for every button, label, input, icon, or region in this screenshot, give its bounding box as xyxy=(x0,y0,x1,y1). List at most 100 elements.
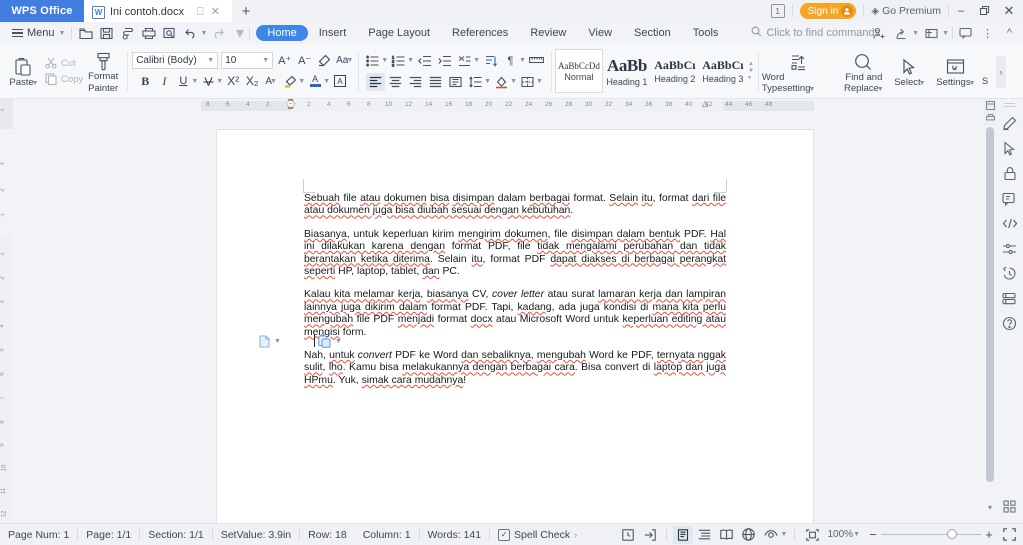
align-left-icon[interactable] xyxy=(366,72,386,91)
chevron-down-icon[interactable]: ▼ xyxy=(200,30,207,37)
style-heading-1[interactable]: AaBb Heading 1 xyxy=(603,49,651,93)
scrollbar-thumb[interactable] xyxy=(986,127,994,482)
zoom-track[interactable] xyxy=(881,529,981,540)
status-row[interactable]: Row: 18 xyxy=(300,529,355,541)
zoom-level-button[interactable]: 100% ▼ xyxy=(824,529,863,540)
scroll-up-icon[interactable]: ▲ xyxy=(748,61,754,67)
ruler-icon[interactable] xyxy=(527,52,546,70)
change-case-button[interactable]: Aa ▼ xyxy=(336,52,353,69)
word-typesetting-button[interactable]: Word Typesetting▼ xyxy=(762,48,838,95)
help-icon[interactable] xyxy=(999,311,1021,336)
font-family-input[interactable]: Calibri (Body) ▼ xyxy=(132,52,219,69)
print-preview-icon[interactable] xyxy=(118,24,137,43)
wps-office-brand[interactable]: WPS Office xyxy=(0,0,84,22)
chevron-down-icon[interactable]: ▼ xyxy=(381,57,388,64)
numbered-list-icon[interactable]: 123 xyxy=(389,52,408,70)
status-column[interactable]: Column: 1 xyxy=(355,529,419,541)
zoom-knob[interactable] xyxy=(947,529,957,540)
distribute-icon[interactable] xyxy=(446,73,465,91)
customize-icon[interactable]: ▾ xyxy=(230,24,249,43)
chevron-down-icon[interactable]: ▼ xyxy=(510,78,517,85)
undo-icon[interactable] xyxy=(181,24,200,43)
tab-home[interactable]: Home xyxy=(256,25,308,41)
reading-layout-icon[interactable] xyxy=(717,526,737,544)
apps-grid-icon[interactable] xyxy=(999,494,1021,519)
outline-view-icon[interactable] xyxy=(695,526,715,544)
lock-icon[interactable] xyxy=(999,161,1021,186)
highlight-icon[interactable] xyxy=(281,72,299,90)
subscript-button[interactable]: X₂ xyxy=(243,72,261,90)
grow-font-button[interactable]: A⁺ xyxy=(276,52,293,69)
sort-icon[interactable] xyxy=(455,52,474,70)
print-layout-icon[interactable] xyxy=(672,525,693,544)
status-words[interactable]: Words: 141 xyxy=(420,529,490,541)
select-button[interactable]: Select▼ xyxy=(890,53,930,89)
bold-button[interactable]: B xyxy=(136,72,154,90)
zoom-out-button[interactable]: − xyxy=(865,527,881,542)
font-size-input[interactable]: 10 ▼ xyxy=(221,52,274,69)
chevron-down-icon[interactable]: ▼ xyxy=(335,338,342,345)
document-body[interactable]: Sebuah file atau dokumen bisa disimpan d… xyxy=(304,193,726,387)
character-border-button[interactable]: A xyxy=(331,72,349,90)
cursor-icon[interactable] xyxy=(999,136,1021,161)
status-setvalue[interactable]: SetValue: 3.9in xyxy=(213,529,299,541)
style-heading-2[interactable]: AaBbCı Heading 2 xyxy=(651,49,699,93)
styles-expand-icon[interactable]: ▾ xyxy=(748,75,754,81)
shrink-font-button[interactable]: A⁻ xyxy=(296,52,313,69)
share-icon[interactable] xyxy=(892,24,911,43)
horizontal-ruler[interactable]: 8 6 4 2 ⌚ 2 4 6 8 10 12 14 16 18 20 22 2… xyxy=(16,99,984,113)
more-icon[interactable]: ⋮ xyxy=(978,24,997,43)
comment-icon[interactable] xyxy=(956,24,975,43)
restore-layout-icon[interactable] xyxy=(618,526,638,544)
status-section[interactable]: Section: 1/1 xyxy=(140,529,211,541)
cut-button[interactable]: Cut xyxy=(44,56,83,70)
style-normal[interactable]: AaBbCcDd Normal xyxy=(554,49,603,93)
settings-sliders-icon[interactable] xyxy=(999,236,1021,261)
chevron-down-icon[interactable]: ▼ xyxy=(912,30,919,37)
vertical-scrollbar[interactable]: ▾ xyxy=(984,99,996,523)
scroll-down-icon[interactable]: ▾ xyxy=(985,501,995,513)
find-icon[interactable] xyxy=(160,24,179,43)
text-effects-button[interactable]: A ▼ xyxy=(262,72,280,90)
status-page[interactable]: Page: 1/1 xyxy=(78,529,139,541)
align-center-icon[interactable] xyxy=(386,73,405,91)
style-heading-3[interactable]: AaBbCı Heading 3 xyxy=(699,49,747,93)
sidebar-drag-handle[interactable] xyxy=(1004,103,1015,107)
export-icon[interactable] xyxy=(640,526,660,544)
chevron-down-icon[interactable]: ▼ xyxy=(781,531,788,538)
chevron-down-icon[interactable]: ▼ xyxy=(274,338,281,345)
tab-section[interactable]: Section xyxy=(623,25,682,41)
status-page-num[interactable]: Page Num: 1 xyxy=(0,529,77,541)
paste-options-icon[interactable]: ▼ xyxy=(318,334,342,348)
spell-check-button[interactable]: ✓ Spell Check › xyxy=(490,528,585,541)
chevron-down-icon[interactable]: ▼ xyxy=(216,78,223,85)
decrease-indent-icon[interactable] xyxy=(415,52,434,70)
outline-icon[interactable] xyxy=(481,52,500,70)
history-icon[interactable] xyxy=(999,261,1021,286)
chevron-down-icon[interactable]: ▼ xyxy=(407,57,414,64)
borders-icon[interactable] xyxy=(518,73,537,91)
menu-button[interactable]: Menu ▼ xyxy=(6,27,71,39)
italic-button[interactable]: I xyxy=(155,72,173,90)
scroll-down-icon[interactable]: ▼ xyxy=(748,68,754,74)
strikethrough-icon[interactable] xyxy=(199,72,217,90)
document-paste-options-icon[interactable]: ▼ xyxy=(259,335,281,348)
chevron-down-icon[interactable]: ▼ xyxy=(323,78,330,85)
ribbon-scroll-right-button[interactable]: › xyxy=(995,56,1006,88)
go-premium-button[interactable]: ◈ Go Premium xyxy=(871,5,941,17)
command-search[interactable]: Click to find commands xyxy=(751,26,880,40)
underline-button[interactable]: U xyxy=(174,72,192,90)
backup-icon[interactable] xyxy=(922,24,941,43)
chevron-down-icon[interactable]: ▼ xyxy=(473,57,480,64)
chevron-down-icon[interactable]: ▼ xyxy=(298,78,305,85)
close-icon[interactable]: ✕ xyxy=(211,6,220,18)
superscript-button[interactable]: X² xyxy=(224,72,242,90)
web-layout-icon[interactable] xyxy=(739,526,759,544)
chevron-down-icon[interactable]: ▼ xyxy=(536,78,543,85)
bullet-list-icon[interactable] xyxy=(363,52,382,70)
format-painter-button[interactable]: Format Painter xyxy=(83,47,123,95)
vertical-ruler[interactable]: 1 3 2 1 1 2 3 4 5 6 7 8 9 10 11 12 xyxy=(0,99,16,523)
open-docs-count-badge[interactable]: 1 xyxy=(770,4,785,18)
layers-icon[interactable] xyxy=(999,286,1021,311)
font-color-button[interactable]: A xyxy=(306,72,324,90)
